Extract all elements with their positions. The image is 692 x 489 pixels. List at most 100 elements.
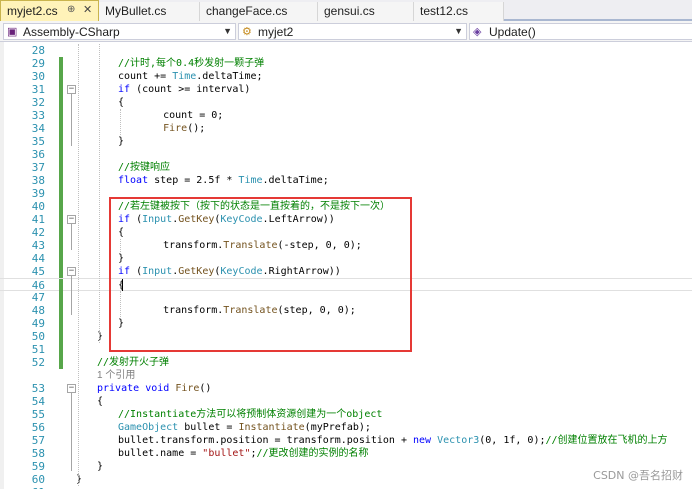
code-line[interactable]: 30 count += Time.deltaTime; bbox=[0, 70, 692, 83]
code-token: Fire bbox=[175, 383, 200, 394]
code-line[interactable]: 57 bullet.transform.position = transform.… bbox=[0, 434, 692, 447]
class-dropdown[interactable]: ⚙ myjet2 ▼ bbox=[238, 23, 467, 40]
code-text: bullet.name = "bullet";//更改创建的实例的名称 bbox=[118, 447, 369, 460]
code-editor[interactable]: 28 29//计时,每个0.4秒发射一颗子弹 30 count += Time.del… bbox=[0, 42, 692, 489]
line-number: 43 bbox=[31, 239, 45, 252]
code-text: //按键响应 bbox=[118, 161, 170, 174]
line-number: 52 bbox=[31, 356, 45, 369]
tab-myjet2[interactable]: myjet2.cs ⊕ ✕ bbox=[0, 0, 99, 21]
line-number: 51 bbox=[31, 343, 45, 356]
code-line[interactable]: 58 bullet.name = "bullet";//更改创建的实例的名称 bbox=[0, 447, 692, 460]
code-token: bullet.name = bbox=[118, 448, 203, 459]
code-line[interactable]: 31 − if (count >= interval) bbox=[0, 83, 692, 96]
tab-mybullet[interactable]: MyBullet.cs bbox=[99, 2, 200, 21]
member-dropdown[interactable]: ◈ Update() bbox=[469, 23, 692, 40]
line-number: 57 bbox=[31, 434, 45, 447]
line-number: 44 bbox=[31, 252, 45, 265]
code-text: bullet.transform.position = transform.po… bbox=[118, 434, 668, 447]
code-line[interactable]: 34 Fire(); bbox=[0, 122, 692, 135]
tab-gensui[interactable]: gensui.cs bbox=[318, 2, 414, 21]
indent-guide bbox=[78, 44, 79, 486]
code-line[interactable]: 54 { bbox=[0, 395, 692, 408]
code-token: count += bbox=[118, 71, 173, 82]
code-line[interactable]: 55 //Instantiate方法可以将预制体资源创建为一个object bbox=[0, 408, 692, 421]
code-text: { bbox=[97, 395, 103, 408]
collapse-icon[interactable]: − bbox=[67, 267, 76, 276]
code-line[interactable]: 60} bbox=[0, 473, 692, 486]
tab-test12[interactable]: test12.cs bbox=[414, 2, 504, 21]
code-token: { bbox=[118, 97, 125, 108]
line-number: 59 bbox=[31, 460, 45, 473]
code-line[interactable]: 35} bbox=[0, 135, 692, 148]
member-dropdown-label: Update() bbox=[489, 25, 536, 39]
outline-line bbox=[71, 224, 72, 250]
line-number: 60 bbox=[31, 473, 45, 486]
project-dropdown[interactable]: ▣ Assembly-CSharp ▼ bbox=[3, 23, 236, 40]
collapse-icon[interactable]: − bbox=[67, 85, 76, 94]
line-number: 55 bbox=[31, 408, 45, 421]
code-text: { bbox=[118, 96, 124, 109]
code-token: "bullet" bbox=[202, 448, 251, 459]
close-icon[interactable]: ✕ bbox=[83, 3, 92, 16]
change-indicator bbox=[59, 148, 63, 161]
line-number: 50 bbox=[31, 330, 45, 343]
code-line[interactable]: 36 bbox=[0, 148, 692, 161]
code-token: if bbox=[118, 84, 131, 95]
code-text: } bbox=[76, 473, 82, 486]
code-line[interactable]: 53 − private void Fire() bbox=[0, 382, 692, 395]
watermark: CSDN @吾名招财 bbox=[593, 469, 683, 482]
class-icon: ⚙ bbox=[242, 26, 252, 38]
line-number: 28 bbox=[31, 44, 45, 57]
code-line[interactable]: 29 //计时,每个0.4秒发射一颗子弹 bbox=[0, 57, 692, 70]
collapse-icon[interactable]: − bbox=[67, 384, 76, 393]
change-indicator bbox=[59, 343, 63, 356]
code-token: Vector3 bbox=[437, 435, 480, 446]
code-token: () bbox=[199, 383, 212, 394]
tab-label: gensui.cs bbox=[324, 4, 375, 18]
code-line[interactable]: 37 //按键响应 bbox=[0, 161, 692, 174]
class-dropdown-label: myjet2 bbox=[258, 25, 294, 39]
change-indicator bbox=[59, 304, 63, 317]
code-line[interactable]: 56 GameObject bullet = Instantiate(myPref… bbox=[0, 421, 692, 434]
change-indicator bbox=[59, 265, 63, 278]
change-indicator bbox=[59, 109, 63, 122]
change-indicator bbox=[59, 96, 63, 109]
code-text: } bbox=[97, 330, 103, 343]
code-text: } bbox=[97, 460, 103, 473]
code-token: .deltaTime; bbox=[262, 175, 329, 186]
pin-icon[interactable]: ⊕ bbox=[67, 4, 75, 15]
code-token: count = 0; bbox=[139, 110, 224, 121]
outline-line bbox=[71, 393, 72, 471]
code-text: if (count >= interval) bbox=[118, 83, 250, 96]
line-number: 53 bbox=[31, 382, 45, 395]
tab-changeface[interactable]: changeFace.cs bbox=[200, 2, 318, 21]
change-indicator bbox=[59, 226, 63, 239]
code-token: 1 个引用 bbox=[97, 370, 136, 381]
csharp-project-icon: ▣ bbox=[7, 26, 18, 38]
code-token: private bbox=[97, 383, 140, 394]
code-line[interactable]: 59} bbox=[0, 460, 692, 473]
outline-line bbox=[71, 94, 72, 146]
change-indicator bbox=[59, 122, 63, 135]
code-line[interactable]: 38 float step = 2.5f * Time.deltaTime; bbox=[0, 174, 692, 187]
code-token: bullet.transform.position = transform.po… bbox=[118, 435, 414, 446]
code-line[interactable]: 1 个引用 bbox=[0, 369, 692, 382]
line-number: 32 bbox=[31, 96, 45, 109]
code-line[interactable]: 28 bbox=[0, 44, 692, 57]
code-token: Time bbox=[238, 175, 263, 186]
line-number: 48 bbox=[31, 304, 45, 317]
code-line[interactable]: 33 count = 0; bbox=[0, 109, 692, 122]
code-token: //创建位置放在飞机的上方 bbox=[545, 435, 668, 446]
change-indicator bbox=[59, 200, 63, 213]
outline-line bbox=[71, 276, 72, 315]
code-line[interactable]: 32 { bbox=[0, 96, 692, 109]
code-token: step = 2.5f * bbox=[148, 175, 239, 186]
line-number: 41 bbox=[31, 213, 45, 226]
line-number: 30 bbox=[31, 70, 45, 83]
collapse-icon[interactable]: − bbox=[67, 215, 76, 224]
change-indicator bbox=[59, 135, 63, 148]
code-token: (count >= interval) bbox=[130, 84, 251, 95]
tab-label: test12.cs bbox=[420, 4, 469, 18]
code-token: new bbox=[413, 435, 432, 446]
code-line[interactable]: 52 //发射开火子弹 bbox=[0, 356, 692, 369]
